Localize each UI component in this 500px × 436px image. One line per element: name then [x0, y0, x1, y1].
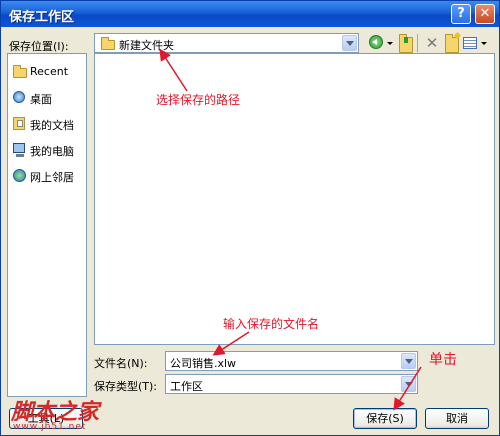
filetype-label: 保存类型(T): — [94, 380, 158, 393]
new-folder-icon[interactable] — [445, 34, 459, 53]
toolbar-separator — [417, 34, 418, 52]
chevron-down-icon[interactable] — [401, 376, 416, 392]
help-button[interactable]: ? — [451, 4, 471, 24]
up-folder-icon[interactable] — [399, 34, 413, 53]
chevron-down-icon[interactable] — [401, 353, 416, 369]
place-label: Recent — [30, 65, 69, 78]
save-location-value: 新建文件夹 — [119, 39, 174, 52]
place-my-documents[interactable]: 我的文档 — [10, 112, 86, 136]
views-icon[interactable] — [463, 37, 477, 49]
annotation-name-hint: 输入保存的文件名 — [223, 317, 320, 331]
my-computer-icon — [13, 143, 25, 157]
title-bar: 保存工作区 ? ✕ — [1, 1, 499, 27]
filename-label: 文件名(N): — [94, 357, 148, 370]
annotation-path-hint: 选择保存的路径 — [156, 93, 241, 107]
delete-icon[interactable]: ✕ — [425, 35, 439, 51]
folder-icon — [13, 65, 27, 78]
place-label: 我的文档 — [30, 119, 74, 132]
place-desktop[interactable]: 桌面 — [10, 86, 86, 110]
place-label: 我的电脑 — [30, 145, 74, 158]
close-button[interactable]: ✕ — [475, 4, 495, 24]
views-dropdown-icon[interactable] — [481, 35, 489, 51]
place-network[interactable]: 网上邻居 — [10, 164, 86, 188]
place-recent[interactable]: Recent — [10, 60, 86, 84]
place-label: 网上邻居 — [30, 171, 74, 184]
places-bar: Recent 桌面 我的文档 我的电脑 网上邻居 — [7, 53, 87, 397]
place-label: 桌面 — [30, 93, 52, 106]
save-location-label: 保存位置(I): — [9, 40, 69, 53]
filename-value: 公司销售.xlw — [170, 357, 237, 370]
watermark-url: www.jb51.net — [13, 422, 87, 432]
save-location-dropdown[interactable]: 新建文件夹 — [94, 33, 359, 53]
desktop-icon — [13, 91, 25, 103]
file-list-area[interactable] — [94, 53, 495, 345]
window-title: 保存工作区 — [9, 10, 75, 25]
annotation-click-hint: 单击 — [429, 352, 457, 368]
cancel-button[interactable]: 取消 — [425, 408, 489, 429]
my-documents-icon — [13, 117, 25, 130]
back-icon[interactable] — [369, 35, 383, 49]
save-button[interactable]: 保存(S) — [353, 408, 417, 429]
filetype-dropdown[interactable]: 工作区 — [165, 374, 418, 394]
place-my-computer[interactable]: 我的电脑 — [10, 138, 86, 162]
folder-icon — [101, 37, 115, 50]
back-dropdown-icon[interactable] — [387, 35, 395, 51]
save-workspace-dialog: 保存工作区 ? ✕ 保存位置(I): 新建文件夹 ✕ Recent 桌面 我的文… — [0, 0, 500, 436]
network-icon — [13, 169, 26, 182]
chevron-down-icon[interactable] — [342, 35, 357, 51]
filename-input[interactable]: 公司销售.xlw — [165, 351, 418, 371]
filetype-value: 工作区 — [170, 380, 203, 393]
